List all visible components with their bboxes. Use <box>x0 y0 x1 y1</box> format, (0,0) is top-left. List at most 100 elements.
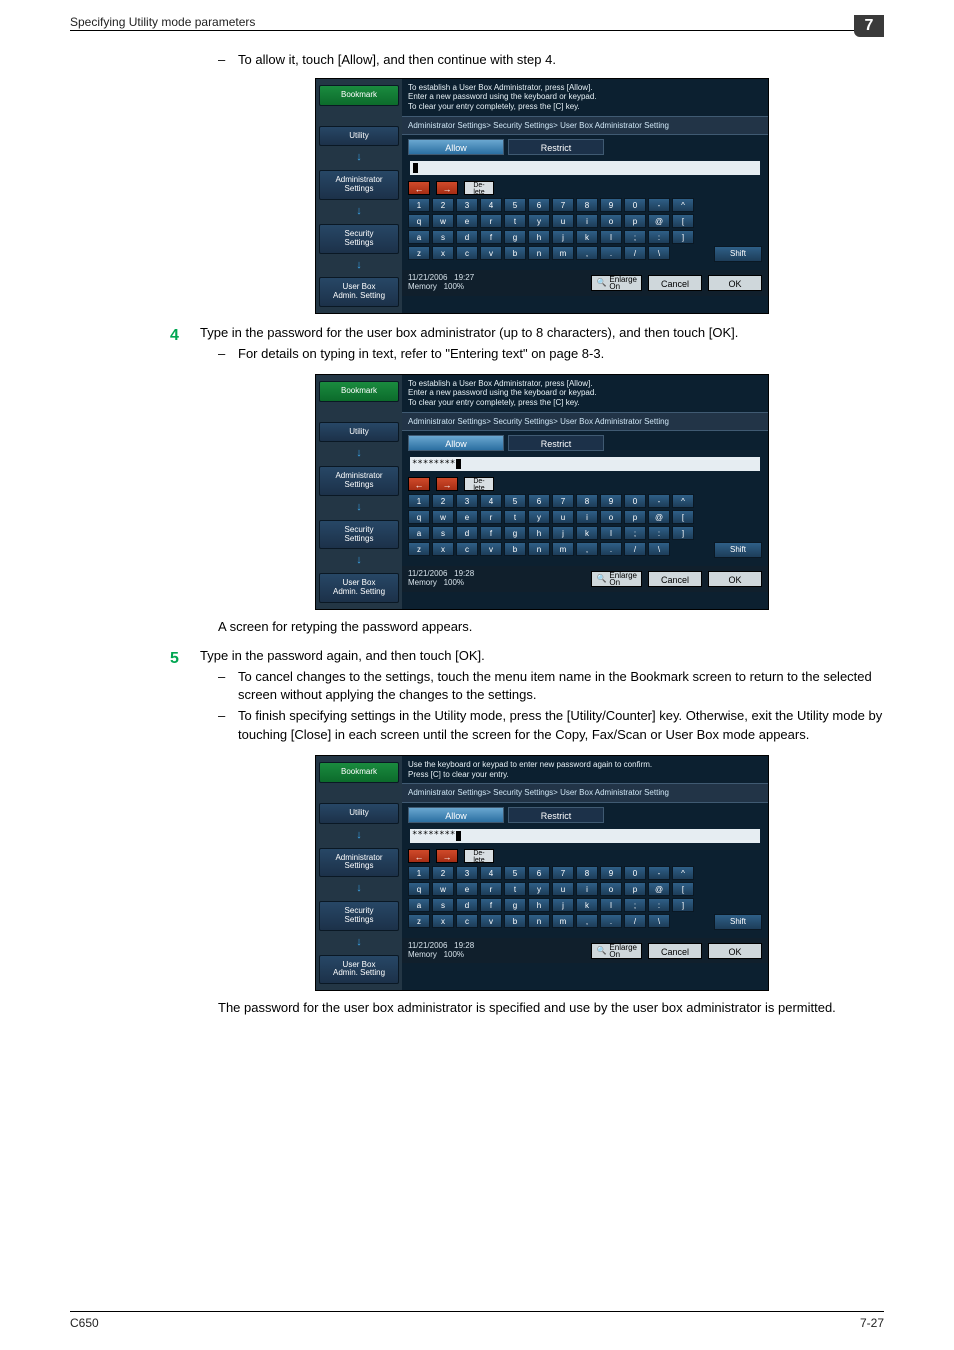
key-j[interactable]: j <box>552 526 574 540</box>
key-f[interactable]: f <box>480 526 502 540</box>
key-/[interactable]: / <box>624 914 646 928</box>
sidebar-admin[interactable]: Administrator Settings <box>319 466 399 496</box>
key-b[interactable]: b <box>504 914 526 928</box>
key-u[interactable]: u <box>552 510 574 524</box>
key-f[interactable]: f <box>480 898 502 912</box>
key-y[interactable]: y <box>528 510 550 524</box>
key-o[interactable]: o <box>600 882 622 896</box>
cursor-right-button[interactable]: → <box>436 477 458 491</box>
key--[interactable]: - <box>648 866 670 880</box>
delete-button[interactable]: De- lete <box>464 477 494 491</box>
key-x[interactable]: x <box>432 542 454 556</box>
key-5[interactable]: 5 <box>504 494 526 508</box>
key-[[interactable]: [ <box>672 882 694 896</box>
sidebar-utility[interactable]: Utility <box>319 422 399 443</box>
key-w[interactable]: w <box>432 882 454 896</box>
key-5[interactable]: 5 <box>504 866 526 880</box>
key-a[interactable]: a <box>408 230 430 244</box>
key-n[interactable]: n <box>528 542 550 556</box>
key-/[interactable]: / <box>624 246 646 260</box>
key-h[interactable]: h <box>528 898 550 912</box>
key-;[interactable]: ; <box>624 898 646 912</box>
ok-button[interactable]: OK <box>708 943 762 959</box>
key-p[interactable]: p <box>624 510 646 524</box>
key-i[interactable]: i <box>576 882 598 896</box>
key-8[interactable]: 8 <box>576 198 598 212</box>
key-q[interactable]: q <box>408 510 430 524</box>
shift-button[interactable]: Shift <box>714 914 762 930</box>
sidebar-userbox[interactable]: User Box Admin. Setting <box>319 277 399 307</box>
key-2[interactable]: 2 <box>432 866 454 880</box>
shift-button[interactable]: Shift <box>714 542 762 558</box>
key-z[interactable]: z <box>408 542 430 556</box>
key-][interactable]: ] <box>672 230 694 244</box>
password-input[interactable] <box>410 161 760 175</box>
cursor-right-button[interactable]: → <box>436 181 458 195</box>
key-u[interactable]: u <box>552 214 574 228</box>
delete-button[interactable]: De- lete <box>464 849 494 863</box>
sidebar-security[interactable]: Security Settings <box>319 901 399 931</box>
key-s[interactable]: s <box>432 898 454 912</box>
ok-button[interactable]: OK <box>708 571 762 587</box>
key-d[interactable]: d <box>456 230 478 244</box>
key-^[interactable]: ^ <box>672 866 694 880</box>
bookmark-button[interactable]: Bookmark <box>319 85 399 106</box>
key-l[interactable]: l <box>600 526 622 540</box>
tab-allow[interactable]: Allow <box>408 807 504 823</box>
key-/[interactable]: / <box>624 542 646 556</box>
enlarge-button[interactable]: 🔍Enlarge On <box>591 943 642 959</box>
key-f[interactable]: f <box>480 230 502 244</box>
cursor-left-button[interactable]: ← <box>408 849 430 863</box>
key-p[interactable]: p <box>624 214 646 228</box>
key-1[interactable]: 1 <box>408 494 430 508</box>
key-@[interactable]: @ <box>648 882 670 896</box>
key-s[interactable]: s <box>432 526 454 540</box>
key-,[interactable]: , <box>576 914 598 928</box>
key-q[interactable]: q <box>408 214 430 228</box>
key-4[interactable]: 4 <box>480 198 502 212</box>
key-q[interactable]: q <box>408 882 430 896</box>
enlarge-button[interactable]: 🔍Enlarge On <box>591 571 642 587</box>
key-7[interactable]: 7 <box>552 494 574 508</box>
cursor-left-button[interactable]: ← <box>408 181 430 195</box>
key-p[interactable]: p <box>624 882 646 896</box>
enlarge-button[interactable]: 🔍Enlarge On <box>591 275 642 291</box>
key-m[interactable]: m <box>552 542 574 556</box>
key-m[interactable]: m <box>552 246 574 260</box>
key-x[interactable]: x <box>432 914 454 928</box>
key-x[interactable]: x <box>432 246 454 260</box>
key-6[interactable]: 6 <box>528 866 550 880</box>
key-g[interactable]: g <box>504 230 526 244</box>
key-d[interactable]: d <box>456 898 478 912</box>
password-input[interactable]: ******** <box>410 829 760 843</box>
key-g[interactable]: g <box>504 898 526 912</box>
key-][interactable]: ] <box>672 526 694 540</box>
key-7[interactable]: 7 <box>552 866 574 880</box>
key-w[interactable]: w <box>432 214 454 228</box>
key-2[interactable]: 2 <box>432 494 454 508</box>
key-.[interactable]: . <box>600 246 622 260</box>
key-,[interactable]: , <box>576 542 598 556</box>
key-b[interactable]: b <box>504 542 526 556</box>
key-9[interactable]: 9 <box>600 198 622 212</box>
bookmark-button[interactable]: Bookmark <box>319 762 399 783</box>
key-a[interactable]: a <box>408 898 430 912</box>
key-:[interactable]: : <box>648 526 670 540</box>
key-r[interactable]: r <box>480 214 502 228</box>
key-g[interactable]: g <box>504 526 526 540</box>
key-3[interactable]: 3 <box>456 494 478 508</box>
key-;[interactable]: ; <box>624 526 646 540</box>
key-0[interactable]: 0 <box>624 494 646 508</box>
ok-button[interactable]: OK <box>708 275 762 291</box>
key-3[interactable]: 3 <box>456 198 478 212</box>
key-v[interactable]: v <box>480 246 502 260</box>
key-[[interactable]: [ <box>672 214 694 228</box>
key-u[interactable]: u <box>552 882 574 896</box>
key-h[interactable]: h <box>528 230 550 244</box>
key-c[interactable]: c <box>456 246 478 260</box>
tab-restrict[interactable]: Restrict <box>508 807 604 823</box>
key-t[interactable]: t <box>504 510 526 524</box>
sidebar-utility[interactable]: Utility <box>319 126 399 147</box>
key-w[interactable]: w <box>432 510 454 524</box>
cancel-button[interactable]: Cancel <box>648 571 702 587</box>
